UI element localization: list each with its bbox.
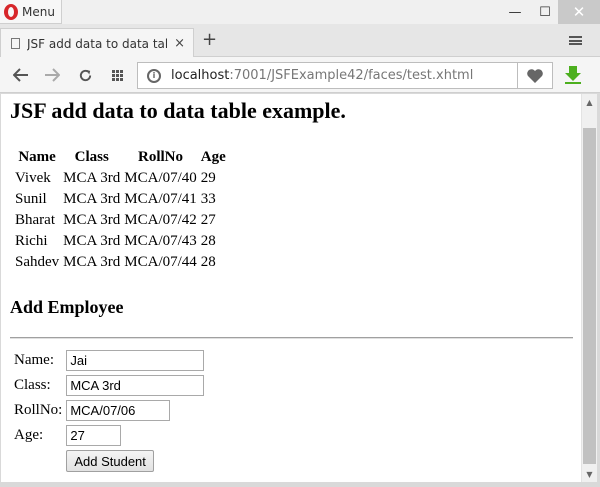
maximize-button[interactable]: ☐ [530,0,560,24]
reload-icon [79,69,91,81]
reload-button[interactable] [74,64,96,86]
age-label: Age: [14,427,44,443]
tab-title: JSF add data to data table [27,36,167,51]
class-label: Class: [14,377,51,393]
cell-age: 33 [200,191,216,207]
tab-menu-icon[interactable] [569,36,582,45]
name-input[interactable] [66,350,205,371]
address-bar[interactable]: i localhost:7001/JSFExample42/faces/test… [137,62,553,89]
minimize-button[interactable]: — [500,0,530,24]
title-bar: Menu — ☐ ✕ [0,0,600,24]
add-student-form: Name: Class: RollNo: Age: Add Student [11,347,207,475]
name-label: Name: [14,352,54,368]
cell-age: 28 [200,233,216,249]
scroll-thumb[interactable] [583,128,596,464]
cell-class: MCA 3rd [63,254,121,270]
close-window-button[interactable]: ✕ [558,0,600,24]
cell-class: MCA 3rd [63,212,121,228]
table-row: Vivek MCA 3rd MCA/07/40 29 [14,169,227,188]
scroll-down-icon[interactable]: ▼ [582,466,597,482]
vertical-scrollbar[interactable]: ▲ ▼ [581,94,597,482]
forward-button[interactable] [41,64,63,86]
cell-name: Richi [15,233,48,249]
rollno-input[interactable] [66,400,171,421]
opera-logo-icon [4,3,18,20]
add-student-button[interactable]: Add Student [66,450,154,472]
window-border [0,482,600,487]
student-table: Name Class RollNo Age Vivek MCA 3rd MCA/… [12,146,229,274]
cell-class: MCA 3rd [63,233,121,249]
divider [10,337,573,339]
cell-name: Sunil [15,191,47,207]
page-heading: JSF add data to data table example. [10,98,346,123]
tab-active[interactable]: JSF add data to data table × [0,28,194,58]
cell-rollno: MCA/07/43 [124,233,197,249]
document-icon [11,38,20,49]
download-icon [565,66,581,84]
site-info-icon[interactable]: i [147,68,161,83]
cell-rollno: MCA/07/40 [124,170,197,186]
cell-name: Sahdev [15,254,60,270]
bookmark-button[interactable] [517,63,552,88]
back-button[interactable] [10,64,32,86]
cell-rollno: MCA/07/44 [124,254,197,270]
table-header-row: Name Class RollNo Age [14,148,227,167]
arrow-left-icon [13,68,28,82]
table-row: Sunil MCA 3rd MCA/07/41 33 [14,190,227,209]
cell-class: MCA 3rd [63,170,121,186]
heart-icon [527,68,543,83]
new-tab-button[interactable]: + [202,29,217,50]
cell-rollno: MCA/07/42 [124,212,197,228]
header-class: Class [74,149,109,165]
cell-age: 29 [200,170,216,186]
scroll-up-icon[interactable]: ▲ [582,94,597,110]
url-path: :7001/JSFExample42/faces/test.xhtml [229,68,474,83]
header-rollno: RollNo [138,149,184,165]
menu-button[interactable]: Menu [0,0,62,24]
page-viewport: JSF add data to data table example. Name… [1,94,581,482]
header-age: Age [200,149,226,165]
arrow-right-icon [45,68,60,82]
toolbar: i localhost:7001/JSFExample42/faces/test… [0,57,600,93]
rollno-label: RollNo: [14,402,63,418]
cell-age: 28 [200,254,216,270]
class-input[interactable] [66,375,205,396]
url-host: localhost [171,68,230,83]
grid-icon [111,69,123,81]
download-button[interactable] [563,65,583,85]
form-title: Add Employee [10,297,124,317]
speed-dial-button[interactable] [106,64,128,86]
tab-bar: JSF add data to data table × + [0,24,600,58]
menu-label: Menu [22,4,55,19]
cell-age: 27 [200,212,216,228]
table-row: Richi MCA 3rd MCA/07/43 28 [14,232,227,251]
cell-class: MCA 3rd [63,191,121,207]
tab-close-icon[interactable]: × [174,36,185,51]
cell-name: Vivek [15,170,51,186]
cell-rollno: MCA/07/41 [124,191,197,207]
header-name: Name [18,149,56,165]
age-input[interactable] [66,425,122,446]
table-row: Bharat MCA 3rd MCA/07/42 27 [14,211,227,230]
cell-name: Bharat [15,212,55,228]
table-row: Sahdev MCA 3rd MCA/07/44 28 [14,253,227,272]
